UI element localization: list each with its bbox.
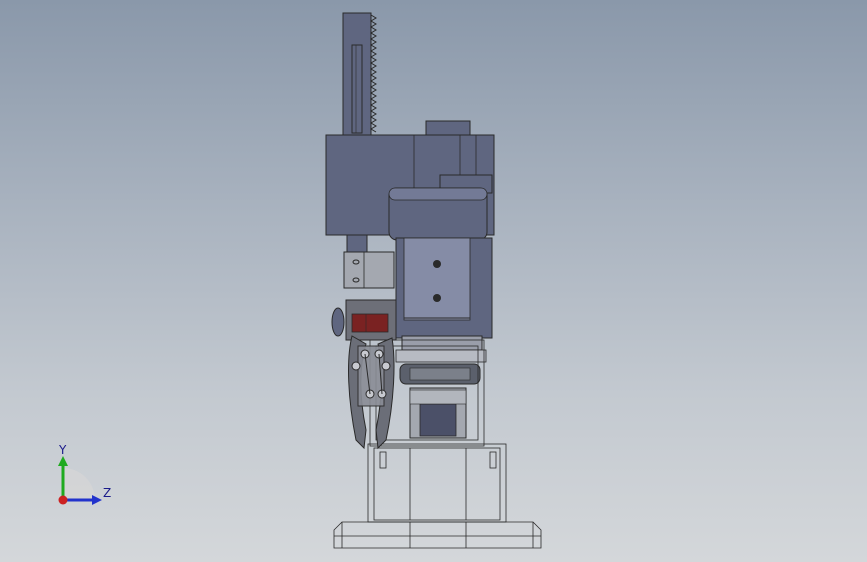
x-axis-origin [58,495,68,505]
motor-head[interactable] [388,187,488,241]
vertical-rack[interactable] [342,12,377,136]
motor-body[interactable] [395,237,493,339]
triad-plane-indicator [63,468,95,500]
gripper-fingers[interactable] [348,335,395,450]
coupling-stack[interactable] [395,335,487,385]
y-axis-label: Y [59,443,67,457]
slide-rods [346,234,368,254]
bracket-block[interactable] [343,251,395,289]
servo-unit[interactable] [331,299,397,341]
lower-stepper-motor[interactable] [409,387,467,439]
z-axis-label: Z [103,486,112,500]
base-plate[interactable] [333,521,542,549]
cad-viewport[interactable]: Y Z [0,0,867,562]
